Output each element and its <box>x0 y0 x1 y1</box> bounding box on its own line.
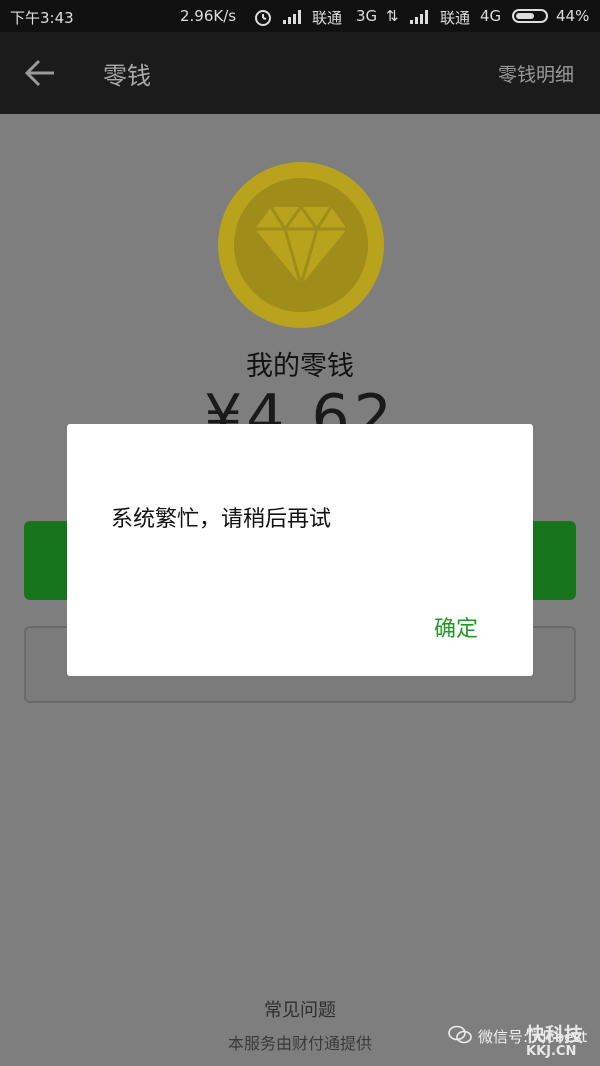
coin-badge <box>218 162 384 328</box>
network-type-1: 3G <box>356 7 378 25</box>
status-network-speed: 2.96K/s <box>180 7 237 25</box>
diamond-icon <box>255 205 347 287</box>
battery-percent: 44% <box>556 7 590 25</box>
error-dialog: 系统繁忙，请稍后再试 确定 <box>67 424 533 676</box>
battery-icon <box>512 9 548 23</box>
status-bar: 下午3:43 2.96K/s 联通 3G ⇅ 联通 4G 44% <box>0 0 600 32</box>
confirm-button[interactable]: 确定 <box>434 611 478 643</box>
network-type-2: 4G <box>480 7 502 25</box>
signal-icon <box>410 10 432 24</box>
page-title: 零钱 <box>103 62 151 90</box>
data-arrows-icon: ⇅ <box>386 7 399 25</box>
carrier-1: 联通 <box>312 9 343 27</box>
faq-link[interactable]: 常见问题 <box>0 996 600 1022</box>
back-arrow-icon[interactable] <box>22 54 60 92</box>
dialog-message: 系统繁忙，请稍后再试 <box>111 507 332 532</box>
watermark-brand: 快科技 <box>526 1024 584 1046</box>
carrier-2: 联通 <box>440 9 471 27</box>
alarm-icon <box>255 10 271 26</box>
my-change-heading: 我的零钱 <box>246 351 354 382</box>
wechat-icon <box>448 1025 472 1044</box>
change-details-link[interactable]: 零钱明细 <box>498 60 574 87</box>
status-time: 下午3:43 <box>10 9 74 27</box>
watermark-domain: KKJ.CN <box>526 1044 577 1059</box>
title-bar: 零钱 零钱明细 <box>0 32 600 114</box>
signal-icon <box>283 10 305 24</box>
